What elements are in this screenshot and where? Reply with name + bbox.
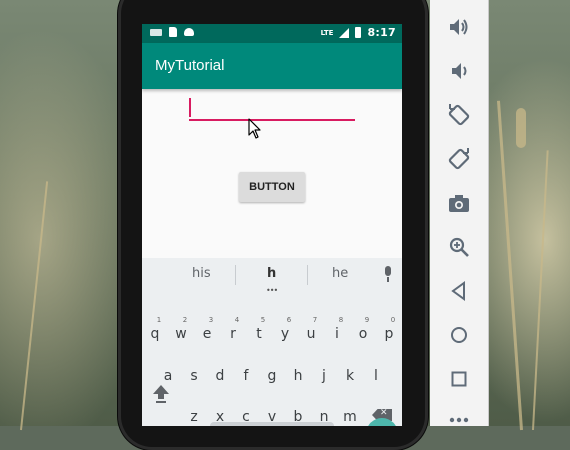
app-bar: MyTutorial [142,43,402,89]
suggestion-divider [307,265,308,285]
key-a[interactable]: a [157,368,179,384]
key-m[interactable]: m [339,409,361,425]
suggestion-right[interactable]: he [332,266,348,281]
signal-icon [339,27,350,38]
network-type: LTE [320,28,334,37]
key-e[interactable]: 3e [196,316,218,342]
key-p[interactable]: 0p [378,316,400,342]
grass-stem [496,100,523,431]
suggestion-middle[interactable]: h [267,266,276,281]
key-j[interactable]: j [313,368,335,384]
key-l[interactable]: l [365,368,387,384]
sd-card-icon [169,27,177,37]
rotate-left-icon[interactable] [447,103,471,127]
microphone-icon[interactable] [384,266,392,282]
emulator-toolbar [430,0,489,426]
volume-up-icon[interactable] [447,15,471,39]
app-title: MyTutorial [155,57,225,74]
key-o[interactable]: 9o [352,316,374,342]
volume-down-icon[interactable] [447,59,471,83]
camera-icon[interactable] [447,191,471,215]
key-u[interactable]: 7u [300,316,322,342]
android-debug-icon [184,28,194,36]
soft-keyboard: his h ••• he 1q 2w 3e 4r 5t 6y 7u 8i 9o … [142,258,402,426]
status-bar: LTE 8:17 [142,24,402,43]
key-s[interactable]: s [183,368,205,384]
grass-stem [532,150,549,431]
back-icon[interactable] [447,279,471,303]
key-k[interactable]: k [339,368,361,384]
grass-seed-head [516,108,526,148]
keyboard-notification-icon [150,28,162,36]
more-suggestions-icon[interactable]: ••• [266,286,278,295]
home-icon[interactable] [447,323,471,347]
rotate-right-icon[interactable] [447,147,471,171]
battery-icon [355,27,362,38]
shift-icon[interactable] [152,384,170,404]
suggestion-left[interactable]: his [192,266,211,281]
grass-stem [20,181,49,431]
key-f[interactable]: f [235,368,257,384]
key-d[interactable]: d [209,368,231,384]
key-t[interactable]: 5t [248,316,270,342]
key-h[interactable]: h [287,368,309,384]
spacebar[interactable] [210,422,334,426]
key-z[interactable]: z [183,409,205,425]
edit-text-underline [189,119,355,121]
zoom-icon[interactable] [447,235,471,259]
key-r[interactable]: 4r [222,316,244,342]
device-screen: LTE 8:17 MyTutorial BUTTON his h ••• he [142,24,402,426]
mouse-pointer-icon [248,118,261,139]
clock: 8:17 [367,26,396,39]
key-y[interactable]: 6y [274,316,296,342]
key-q[interactable]: 1q [144,316,166,342]
suggestion-strip: his h ••• he [142,258,402,295]
suggestion-divider [235,265,236,285]
main-button[interactable]: BUTTON [239,172,305,202]
enter-key[interactable] [366,418,398,426]
key-w[interactable]: 2w [170,316,192,342]
key-g[interactable]: g [261,368,283,384]
more-icon[interactable] [447,408,471,432]
overview-icon[interactable] [447,367,471,391]
text-cursor [189,98,191,117]
key-i[interactable]: 8i [326,316,348,342]
